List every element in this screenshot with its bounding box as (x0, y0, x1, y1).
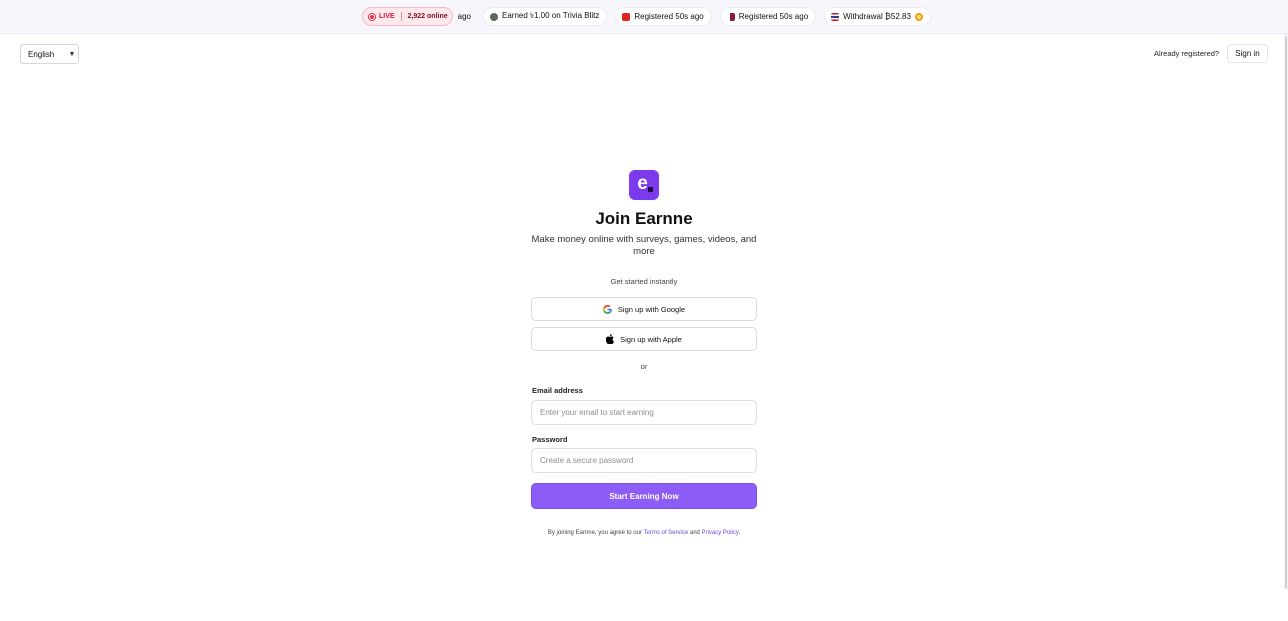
legal-notice: By joining Earnne, you agree to our Term… (0, 530, 1288, 536)
google-signup-button[interactable]: Sign up with Google (531, 297, 757, 321)
apple-signup-label: Sign up with Apple (620, 334, 682, 344)
logo-letter: e (637, 173, 648, 194)
ticker-item: Earned ৳1.00 on Trivia Blitz (483, 7, 608, 26)
earnne-logo: e (629, 170, 659, 200)
legal-prefix: By joining Earnne, you agree to our (547, 530, 642, 536)
password-label: Password (532, 435, 568, 444)
flag-icon (831, 12, 840, 21)
page-title: Join Earnne (595, 209, 693, 228)
online-count: 2,922 online (407, 13, 448, 20)
sign-in-button[interactable]: Sign in (1227, 44, 1268, 63)
legal-and: and (689, 530, 700, 536)
page-subtitle: Make money online with surveys, games, v… (531, 234, 757, 257)
already-registered-text: Already registered? (1154, 49, 1220, 58)
ticker-item-text: Earned ৳1.00 on Trivia Blitz (502, 11, 600, 20)
live-divider (400, 12, 402, 21)
ticker-item: Registered 50s ago (719, 7, 817, 26)
logo-mark (648, 187, 653, 192)
flag-icon (490, 12, 498, 21)
language-select[interactable]: English ▼ (20, 44, 79, 64)
legal-period: . (738, 530, 741, 536)
coin-icon (914, 12, 923, 21)
google-signup-label: Sign up with Google (617, 304, 686, 314)
live-indicator: LIVE 2,922 online (362, 7, 453, 26)
start-earning-button[interactable]: Start Earning Now (531, 483, 757, 509)
live-dot-icon (368, 12, 376, 21)
terms-link[interactable]: Terms of Service (644, 530, 689, 536)
apple-icon (606, 334, 615, 344)
live-label: LIVE (379, 13, 395, 20)
ticker-fragment: ago (457, 12, 471, 21)
flag-icon (726, 12, 735, 21)
email-label: Email address (532, 386, 583, 395)
password-field[interactable] (531, 448, 757, 473)
google-icon (602, 304, 612, 314)
ticker-item-text: Registered 50s ago (634, 12, 704, 21)
privacy-link[interactable]: Privacy Policy (702, 530, 739, 536)
flag-icon (622, 12, 631, 21)
ticker-item: Registered 50s ago (615, 7, 712, 26)
activity-ticker-bar: LIVE 2,922 online ago Earned ৳1.00 on Tr… (0, 0, 1288, 34)
get-started-text: Get started instantly (610, 277, 678, 286)
ticker-item-text: Withdrawal ₿52.83 (843, 12, 911, 21)
or-divider: or (640, 362, 648, 371)
email-field[interactable] (531, 400, 757, 425)
ticker-item-text: Registered 50s ago (738, 12, 809, 21)
activity-ticker: LIVE 2,922 online ago Earned ৳1.00 on Tr… (362, 7, 931, 26)
apple-signup-button[interactable]: Sign up with Apple (531, 327, 757, 351)
chevron-down-icon: ▼ (68, 50, 76, 58)
language-select-value: English (28, 49, 55, 59)
scrollbar-thumb[interactable] (1285, 36, 1287, 588)
ticker-item: Withdrawal ₿52.83 (824, 7, 931, 26)
